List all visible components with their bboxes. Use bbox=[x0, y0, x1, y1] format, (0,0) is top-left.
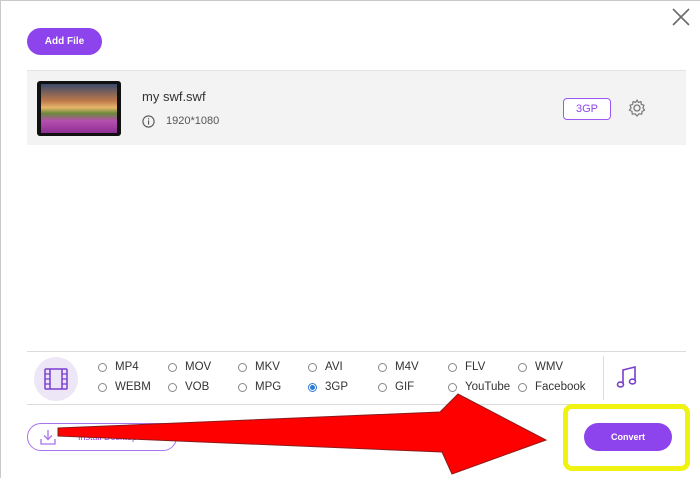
format-option-webm[interactable]: WEBM bbox=[98, 380, 151, 394]
music-note-icon[interactable] bbox=[603, 356, 649, 400]
format-option-mov[interactable]: MOV bbox=[168, 360, 211, 374]
format-option-vob[interactable]: VOB bbox=[168, 380, 209, 394]
format-option-3gp[interactable]: 3GP bbox=[308, 380, 348, 394]
radio-flv[interactable] bbox=[448, 362, 457, 372]
file-name: my swf.swf bbox=[142, 89, 206, 104]
close-icon[interactable] bbox=[670, 6, 692, 28]
gear-icon[interactable] bbox=[627, 98, 647, 118]
install-desktop-button[interactable]: Install Desktop Version bbox=[27, 423, 177, 451]
format-option-avi[interactable]: AVI bbox=[308, 360, 343, 374]
video-thumbnail bbox=[37, 81, 121, 136]
convert-button[interactable]: Convert bbox=[584, 423, 672, 451]
radio-mpg[interactable] bbox=[238, 382, 247, 392]
format-option-gif[interactable]: GIF bbox=[378, 380, 414, 394]
radio-webm[interactable] bbox=[98, 382, 107, 392]
file-row: my swf.swf 1920*1080 3GP bbox=[27, 70, 686, 145]
info-icon[interactable] bbox=[142, 115, 155, 128]
format-panel: MP4 MOV MKV AVI M4V FLV WMV WEBM VOB MPG… bbox=[27, 351, 686, 405]
format-option-flv[interactable]: FLV bbox=[448, 360, 485, 374]
format-option-mpg[interactable]: MPG bbox=[238, 380, 281, 394]
radio-youtube[interactable] bbox=[448, 382, 457, 392]
format-option-youtube[interactable]: YouTube bbox=[448, 380, 510, 394]
film-icon[interactable] bbox=[34, 357, 78, 401]
radio-vob[interactable] bbox=[168, 382, 177, 392]
radio-m4v[interactable] bbox=[378, 362, 387, 372]
radio-gif[interactable] bbox=[378, 382, 387, 392]
radio-3gp[interactable] bbox=[308, 382, 317, 392]
format-option-facebook[interactable]: Facebook bbox=[518, 380, 586, 394]
add-file-button[interactable]: Add File bbox=[27, 28, 102, 55]
format-option-mkv[interactable]: MKV bbox=[238, 360, 280, 374]
radio-facebook[interactable] bbox=[518, 382, 527, 392]
file-resolution: 1920*1080 bbox=[166, 115, 220, 127]
output-format-button[interactable]: 3GP bbox=[563, 98, 611, 120]
radio-mov[interactable] bbox=[168, 362, 177, 372]
format-option-m4v[interactable]: M4V bbox=[378, 360, 419, 374]
download-icon bbox=[39, 428, 57, 446]
format-option-wmv[interactable]: WMV bbox=[518, 360, 563, 374]
radio-mkv[interactable] bbox=[238, 362, 247, 372]
install-desktop-label: Install Desktop Version bbox=[78, 432, 170, 442]
radio-avi[interactable] bbox=[308, 362, 317, 372]
format-option-mp4[interactable]: MP4 bbox=[98, 360, 139, 374]
radio-mp4[interactable] bbox=[98, 362, 107, 372]
radio-wmv[interactable] bbox=[518, 362, 527, 372]
